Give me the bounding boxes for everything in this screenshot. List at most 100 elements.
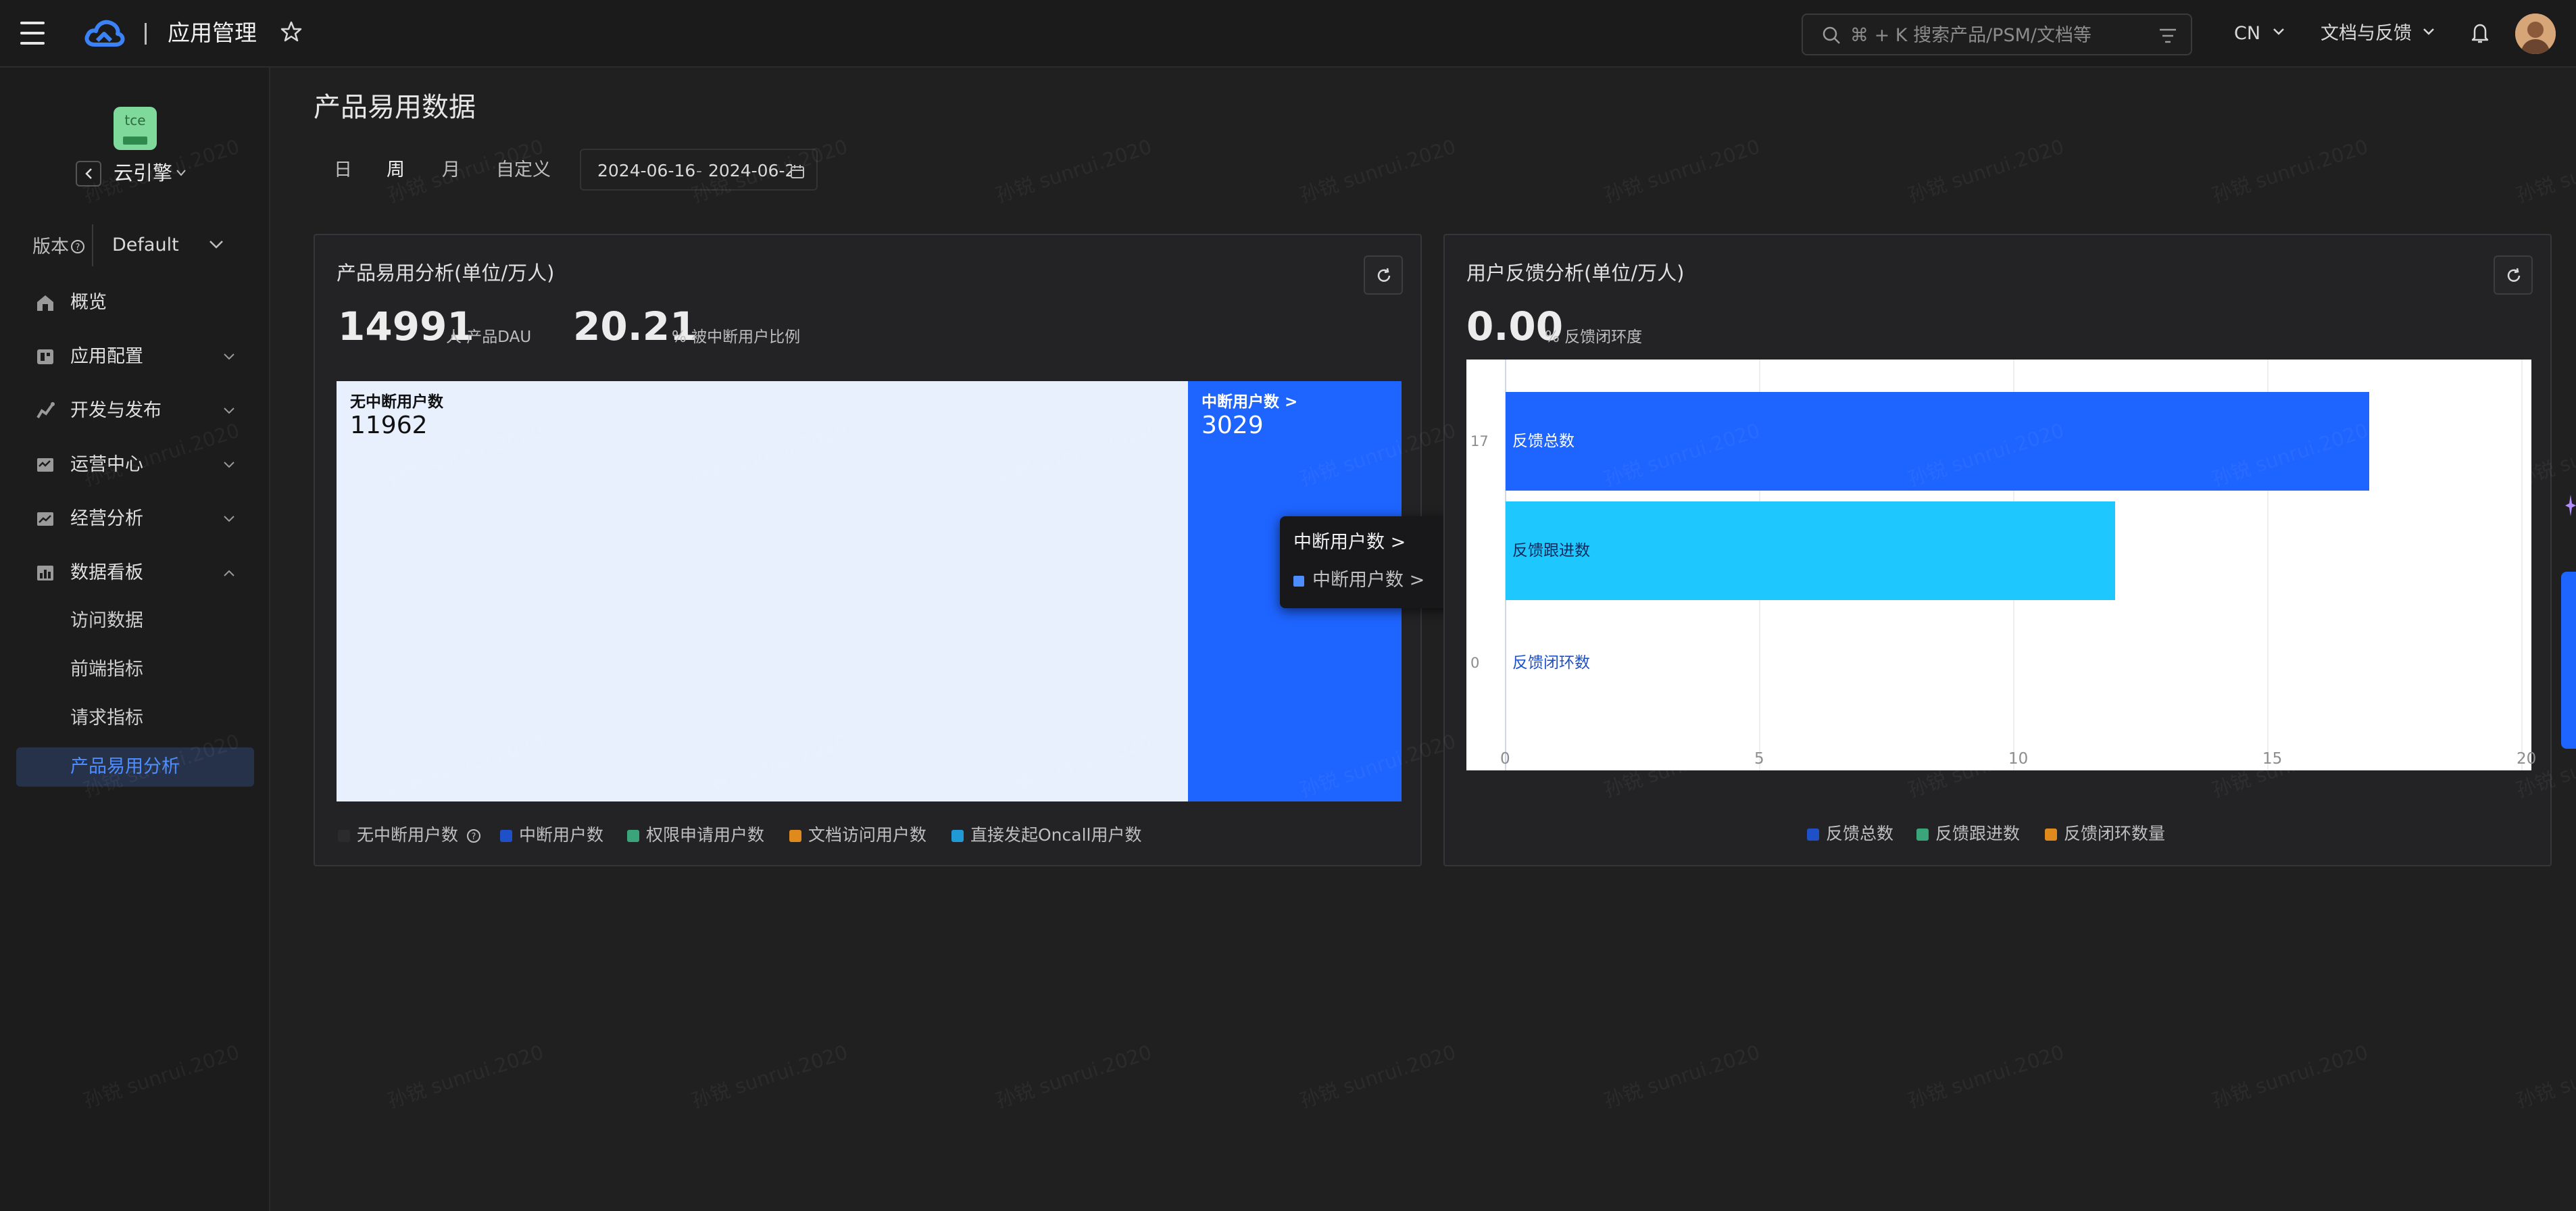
sidebar-subitem-label: 访问数据 <box>70 610 143 631</box>
watermark: 孙锐 sunrui.2020 <box>2209 1040 2371 1113</box>
bar[interactable] <box>1506 501 2116 600</box>
sidebar-item-business-analysis[interactable]: 经营分析 <box>0 497 270 541</box>
search-input[interactable] <box>1850 22 2134 49</box>
refresh-button[interactable] <box>1364 255 1403 295</box>
legend-label: 直接发起Oncall用户数 <box>970 825 1142 845</box>
watermark: 孙锐 sunrui.2020 <box>1297 134 1459 207</box>
y-tick-label: 17 <box>1470 433 1489 449</box>
treemap-no-interrupt-block[interactable]: 无中断用户数 11962 <box>337 381 1188 801</box>
version-label: 版本 <box>32 237 69 257</box>
back-button[interactable] <box>76 161 101 187</box>
sidebar-item-operations[interactable]: 运营中心 <box>0 443 270 487</box>
product-name[interactable]: 云引擎 <box>114 159 172 187</box>
chevron-down-icon[interactable] <box>2272 27 2285 36</box>
search-icon <box>1823 26 1840 44</box>
sidebar-item-label: 开发与发布 <box>70 400 162 421</box>
favorite-star-icon[interactable] <box>280 20 303 43</box>
refresh-button[interactable] <box>2494 255 2533 295</box>
sidebar-subitem-frontend-metrics[interactable]: 前端指标 <box>16 650 254 689</box>
chevron-down-icon[interactable] <box>2422 27 2435 36</box>
legend-label: 无中断用户数 <box>357 825 459 845</box>
bar[interactable] <box>1506 392 2370 491</box>
bar-label: 反馈总数 <box>1512 432 1575 450</box>
global-search[interactable] <box>1802 14 2192 55</box>
date-end[interactable]: 2024-06-22 <box>708 158 792 184</box>
user-avatar[interactable] <box>2515 14 2556 54</box>
sidebar-subitem-label: 前端指标 <box>70 659 143 680</box>
sidebar-item-overview[interactable]: 概览 <box>0 281 270 324</box>
sidebar-item-label: 数据看板 <box>70 562 143 583</box>
bar-label: 反馈闭环数 <box>1512 654 1590 672</box>
watermark: 孙锐 sunrui.2020 <box>2209 134 2371 207</box>
docs-feedback-menu[interactable]: 文档与反馈 <box>2321 20 2412 47</box>
sidebar-item-dashboard[interactable]: 数据看板 <box>0 551 270 595</box>
svg-text:?: ? <box>76 243 80 253</box>
chevron-down-icon <box>209 241 223 249</box>
ratio-unit: % 被中断用户比例 <box>672 328 801 346</box>
sparkle-icon[interactable] <box>2558 492 2576 519</box>
legend-swatch <box>500 830 512 842</box>
sidebar-subitem-label: 请求指标 <box>70 708 143 728</box>
date-separator: - <box>696 161 703 180</box>
app-title: 应用管理 <box>168 20 257 46</box>
title-divider <box>145 23 147 45</box>
chevron-up-icon <box>224 570 234 576</box>
card-title: 用户反馈分析(单位/万人) <box>1466 262 1685 285</box>
sidebar-subitem-request-metrics[interactable]: 请求指标 <box>16 699 254 738</box>
tooltip-title: 中断用户数 > <box>1293 532 1406 553</box>
notification-bell-icon[interactable] <box>2469 22 2491 45</box>
tab-week[interactable]: 周 <box>387 157 405 184</box>
grid-line <box>2521 360 2523 770</box>
help-icon[interactable]: ? <box>70 239 85 254</box>
sidebar-subitem-usability-analysis[interactable]: 产品易用分析 <box>16 747 254 787</box>
sidebar-item-app-config[interactable]: 应用配置 <box>0 335 270 378</box>
calendar-icon[interactable] <box>789 164 806 180</box>
side-help-tab[interactable] <box>2561 572 2576 749</box>
tab-day[interactable]: 日 <box>334 157 352 184</box>
deploy-icon <box>36 402 55 419</box>
filter-icon[interactable] <box>2158 27 2177 45</box>
tab-custom[interactable]: 自定义 <box>496 157 551 184</box>
product-logo: tce <box>114 107 157 150</box>
usability-legend: 无中断用户数 ? 中断用户数 权限申请用户数 文档访问用户数 直接发起Oncal… <box>338 823 1284 850</box>
watermark: 孙锐 sunrui.2020 <box>2513 134 2576 207</box>
watermark: 孙锐 sunrui.2020 <box>2513 1040 2576 1113</box>
tooltip-swatch <box>1293 576 1304 587</box>
legend-label: 反馈闭环数量 <box>2064 824 2166 843</box>
sidebar-item-dev-release[interactable]: 开发与发布 <box>0 389 270 432</box>
watermark: 孙锐 sunrui.2020 <box>1601 1040 1763 1113</box>
tab-month[interactable]: 月 <box>442 157 460 184</box>
legend-label: 权限申请用户数 <box>646 825 765 845</box>
top-bar: 应用管理 CN 文档与反馈 <box>0 0 2576 68</box>
sidebar-item-label: 应用配置 <box>70 346 143 367</box>
legend-label: 文档访问用户数 <box>808 825 927 845</box>
sidebar: tce 云引擎 版本 ? Default 概览 应用配置 开发与发布 运营中心 … <box>0 68 270 1211</box>
analysis-icon <box>37 512 53 526</box>
chevron-down-icon <box>224 407 234 414</box>
feedback-legend: 反馈总数 反馈跟进数 反馈闭环数量 <box>1807 822 2280 849</box>
version-value: Default <box>112 234 179 255</box>
svg-text:?: ? <box>472 832 476 842</box>
watermark: 孙锐 sunrui.2020 <box>1905 134 2067 207</box>
legend-swatch <box>951 830 964 842</box>
tooltip-series-name: 中断用户数 > <box>1312 570 1425 591</box>
treemap-value: 11962 <box>350 412 428 439</box>
cloud-logo-icon[interactable] <box>84 18 126 50</box>
hamburger-menu-icon[interactable] <box>20 22 45 45</box>
sidebar-subitem-visit-data[interactable]: 访问数据 <box>16 601 254 641</box>
x-tick-label: 0 <box>1500 750 1510 768</box>
legend-swatch <box>627 830 639 842</box>
watermark: 孙锐 sunrui.2020 <box>1297 1040 1459 1113</box>
watermark: 孙锐 sunrui.2020 <box>1601 134 1763 207</box>
date-range-picker[interactable]: 2024-06-16 - 2024-06-22 <box>580 149 818 191</box>
version-select[interactable]: Default <box>92 224 242 266</box>
legend-swatch <box>2045 829 2057 841</box>
product-logo-text: tce <box>124 112 146 128</box>
date-start[interactable]: 2024-06-16 <box>597 158 695 184</box>
legend-swatch <box>1916 829 1929 841</box>
language-selector[interactable]: CN <box>2234 20 2260 47</box>
help-icon[interactable]: ? <box>466 829 481 843</box>
dau-unit: 人 产品DAU <box>446 328 532 346</box>
chevron-down-icon[interactable] <box>176 169 187 177</box>
app-config-icon <box>37 349 53 364</box>
